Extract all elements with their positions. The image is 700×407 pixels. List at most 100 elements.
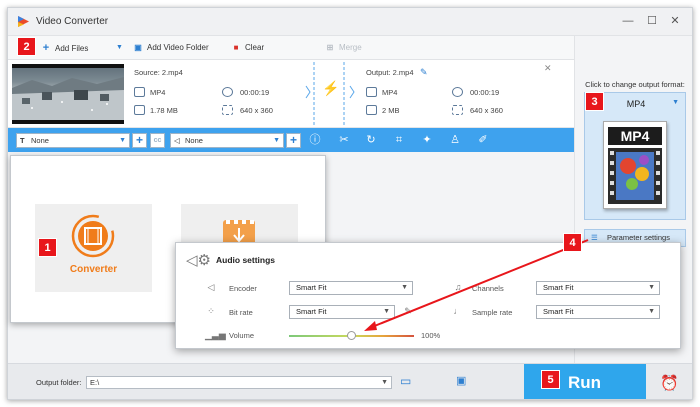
effects-wand-icon[interactable]: ✦ [420, 133, 434, 147]
audio-track-value: None [185, 136, 203, 145]
subtitle-select[interactable]: T None ▼ [16, 133, 130, 148]
add-files-dropdown-icon[interactable]: ▼ [116, 41, 123, 55]
speaker-icon: ◁ [174, 136, 180, 145]
remove-file-icon[interactable]: ✕ [544, 63, 552, 74]
volume-label: Volume [229, 331, 255, 340]
alarm-clock-icon[interactable]: ⏰ [660, 374, 679, 392]
run-label: Run [568, 373, 602, 392]
text-icon: T [20, 136, 25, 145]
step-badge-3: 3 [585, 92, 604, 111]
merge-icon: ⊞ [326, 43, 334, 52]
sample-rate-icon: ♩ [453, 306, 463, 316]
film-strip-bottom [12, 120, 124, 124]
output-size: 2 MB [382, 106, 400, 115]
add-files-label: Add Files [55, 44, 89, 53]
rotate-icon[interactable]: ↻ [364, 133, 378, 147]
volume-slider-handle[interactable] [347, 331, 356, 340]
audio-track-select[interactable]: ◁ None ▼ [170, 133, 284, 148]
bitrate-select[interactable]: Smart Fit ▼ [289, 305, 395, 319]
footer-bar: Output folder: E:\ ▼ ▭ ▣ Run ⏰ [8, 363, 692, 399]
maximize-button[interactable]: ☐ [644, 14, 660, 28]
add-audio-button[interactable]: + [286, 133, 301, 148]
crop-icon[interactable]: ⌗ [392, 133, 406, 147]
clear-button[interactable]: ■ Clear [230, 41, 265, 55]
info-icon[interactable]: ⓘ [308, 133, 322, 147]
video-thumbnail [12, 64, 124, 124]
add-video-folder-label: Add Video Folder [147, 43, 209, 52]
clear-label: Clear [245, 43, 265, 52]
encoder-select[interactable]: Smart Fit ▼ [289, 281, 413, 295]
resolution-icon [222, 105, 233, 115]
add-video-folder-button[interactable]: ▣ Add Video Folder [132, 41, 209, 55]
audio-gear-icon: ◁⚙ [186, 252, 211, 269]
file-item[interactable]: Source: 2.mp4 MP4 00:00:19 1.78 MB 640 x… [8, 60, 574, 128]
channels-value: Smart Fit [543, 283, 574, 292]
resolution-icon [452, 105, 463, 115]
sample-rate-value: Smart Fit [543, 307, 574, 316]
source-resolution: 640 x 360 [240, 106, 273, 115]
bitrate-edit-icon[interactable]: ✎ [402, 305, 414, 317]
encoder-label: Encoder [229, 284, 257, 293]
format-hint: Click to change output format: [585, 80, 685, 89]
output-resolution: 640 x 360 [470, 106, 503, 115]
source-size: 1.78 MB [150, 106, 178, 115]
subtitle-value: None [31, 136, 49, 145]
output-filename: Output: 2.mp4 [366, 68, 414, 77]
chevron-down-icon: ▼ [401, 284, 408, 291]
film-balloons-icon [608, 148, 662, 204]
close-window-button[interactable]: ✕ [667, 14, 683, 28]
browse-folder-icon[interactable]: ▭ [400, 374, 411, 388]
clock-icon [222, 87, 233, 97]
title-bar: Video Converter — ☐ ✕ [8, 8, 692, 36]
edit-pencil-icon[interactable]: ✎ [420, 67, 428, 78]
merge-button[interactable]: ⊞ Merge [324, 41, 362, 55]
open-output-icon[interactable]: ▣ [456, 374, 466, 387]
add-files-button[interactable]: + Add Files [40, 41, 89, 55]
cut-icon[interactable]: ✂ [337, 133, 351, 147]
file-size-icon [134, 105, 145, 115]
chevron-down-icon: ▼ [119, 137, 126, 144]
sample-rate-label: Sample rate [472, 308, 513, 317]
bitrate-label: Bit rate [229, 308, 253, 317]
output-folder-label: Output folder: [36, 378, 82, 387]
chevron-down-icon: ▼ [648, 284, 655, 291]
output-format: MP4 [382, 88, 398, 97]
chevron-down-icon: ▼ [383, 308, 390, 315]
converter-label: Converter [69, 264, 118, 275]
converter-icon [71, 214, 115, 258]
toolbar: + Add Files ▼ ▣ Add Video Folder ■ Clear ⊞ M… [8, 36, 574, 60]
audio-settings-dialog: ◁⚙ Audio settings ◁ Encoder Smart Fit ▼ … [175, 242, 681, 349]
channels-select[interactable]: Smart Fit ▼ [536, 281, 660, 295]
file-size-icon [366, 105, 377, 115]
source-duration: 00:00:19 [240, 88, 270, 97]
output-folder-input[interactable]: E:\ ▼ [86, 376, 392, 389]
parameter-settings-label: Parameter settings [607, 233, 670, 242]
bitrate-icon: ⁘ [207, 306, 215, 316]
output-folder-value: E:\ [90, 378, 100, 387]
watermark-icon[interactable]: ♙ [448, 133, 462, 147]
bitrate-value: Smart Fit [296, 307, 327, 316]
edit-icon[interactable]: ✐ [476, 133, 490, 147]
step-badge-4: 4 [563, 233, 582, 252]
edit-toolbar: T None ▼ + cc ◁ None ▼ + ⓘ ✂ ↻ ⌗ ✦ ♙ ✐ [8, 128, 574, 152]
volume-icon: ▁▃▅ [205, 330, 226, 340]
add-subtitle-button[interactable]: + [132, 133, 147, 148]
encoder-value: Smart Fit [296, 283, 327, 292]
encoder-icon: ◁ [207, 282, 215, 292]
snow-scene-image [12, 77, 124, 120]
chevron-down-icon: ▼ [672, 99, 679, 106]
trash-icon: ■ [233, 43, 239, 52]
format-icon [366, 87, 377, 97]
subtitle-cc-button[interactable]: cc [150, 133, 165, 148]
sample-rate-select[interactable]: Smart Fit ▼ [536, 305, 660, 319]
output-format-selector[interactable]: MP4 ▼ MP4 [584, 92, 686, 220]
audio-settings-title: Audio settings [216, 255, 276, 265]
minimize-button[interactable]: — [620, 14, 636, 28]
chevron-down-icon: ▼ [381, 379, 388, 386]
channels-label: Channels [472, 284, 504, 293]
clock-icon [452, 87, 463, 97]
step-badge-1: 1 [38, 238, 57, 257]
chevron-down-icon: ▼ [273, 137, 280, 144]
merge-label: Merge [339, 43, 362, 52]
source-filename: Source: 2.mp4 [134, 68, 183, 77]
